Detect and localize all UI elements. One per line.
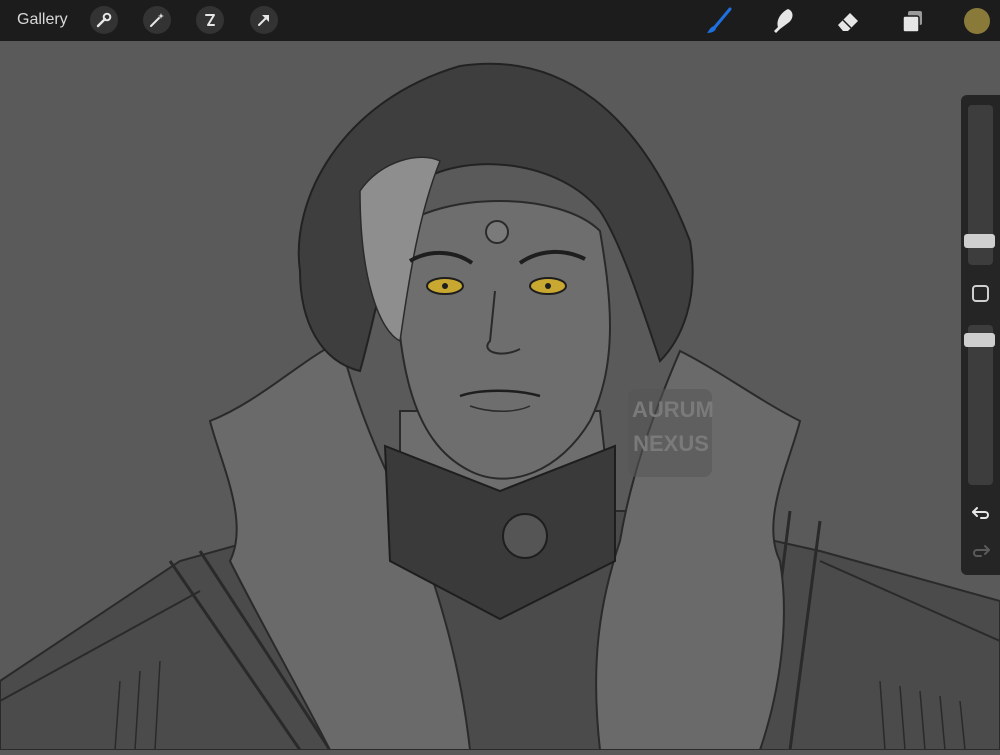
layers-icon [902, 11, 922, 33]
artwork-illustration [0, 41, 1000, 751]
redo-icon[interactable] [969, 541, 993, 561]
watermark-line-2: NEXUS [633, 431, 709, 456]
drawing-canvas[interactable]: AURUM NEXUS [0, 41, 1000, 751]
adjustments-button[interactable] [143, 6, 171, 34]
actions-button[interactable] [90, 6, 118, 34]
smudge-tool[interactable] [770, 7, 798, 35]
eraser-icon [838, 13, 858, 31]
brush-sidebar [961, 95, 1000, 575]
top-toolbar: Gallery [0, 0, 1000, 41]
eraser-tool[interactable] [834, 7, 862, 35]
transform-button[interactable] [250, 6, 278, 34]
brush-icon [707, 7, 732, 33]
brush-size-thumb[interactable] [964, 234, 995, 248]
gallery-button[interactable]: Gallery [17, 10, 68, 30]
undo-icon[interactable] [969, 503, 993, 523]
magic-wand-icon [150, 13, 164, 27]
layers-button[interactable] [899, 7, 927, 35]
watermark-text: AURUM NEXUS [632, 393, 714, 461]
opacity-thumb[interactable] [964, 333, 995, 347]
transform-arrow-icon [258, 15, 269, 26]
wrench-icon [96, 12, 112, 28]
watermark-line-1: AURUM [632, 397, 714, 422]
opacity-slider[interactable] [968, 325, 993, 485]
color-picker-button[interactable] [964, 8, 990, 34]
brush-tool[interactable] [705, 7, 733, 35]
smudge-icon [774, 9, 793, 33]
selection-icon [205, 14, 215, 26]
selection-button[interactable] [196, 6, 224, 34]
modify-button[interactable] [972, 285, 989, 302]
